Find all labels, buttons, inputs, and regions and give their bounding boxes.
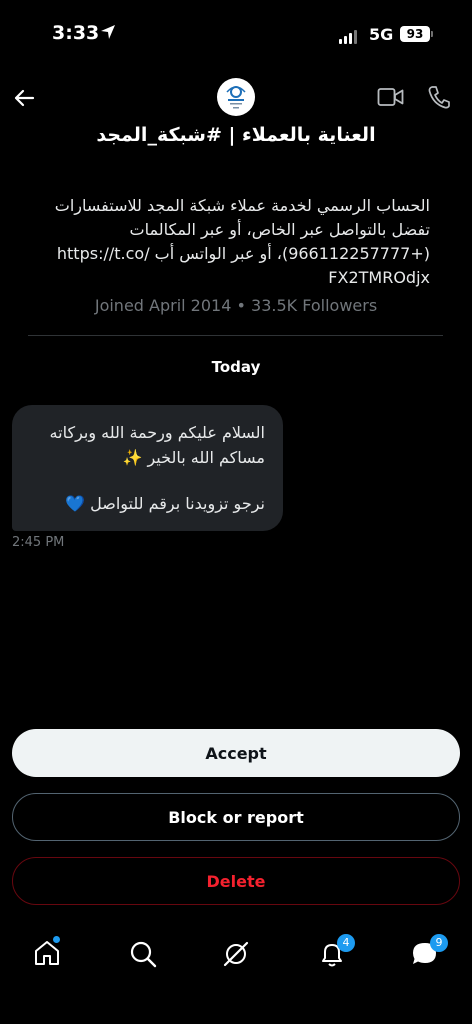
status-time: 3:33: [52, 22, 100, 44]
message-bubble[interactable]: السلام عليكم ورحمة الله وبركاته مساكم ال…: [12, 405, 283, 531]
video-call-icon[interactable]: [377, 86, 404, 108]
phone-call-icon[interactable]: [428, 85, 450, 109]
delete-button[interactable]: Delete: [12, 857, 460, 905]
date-separator: Today: [211, 358, 261, 376]
message-line: مساكم الله بالخير ✨: [122, 448, 265, 467]
accept-button[interactable]: Accept: [12, 729, 460, 777]
network-type: 5G: [369, 25, 394, 44]
bio-line: FX2TMROdjx: [328, 268, 430, 287]
messages-badge: 9: [430, 934, 448, 952]
message-line: نرجو تزويدنا برقم للتواصل 💙: [65, 494, 265, 513]
home-icon[interactable]: [33, 939, 61, 967]
bio-line: تفضل بالتواصل عبر الخاص، أو عبر المكالما…: [129, 220, 430, 239]
home-notification-dot: [53, 936, 60, 943]
back-arrow-icon[interactable]: [12, 86, 36, 110]
bio-line: (+966112257777)، أو عبر الواتس أب /https…: [56, 244, 430, 263]
profile-joined-followers: Joined April 2014 • 33.5K Followers: [94, 296, 378, 315]
logo-icon: [226, 86, 246, 109]
notifications-badge: 4: [337, 934, 355, 952]
battery-level: 93: [400, 26, 430, 42]
location-arrow-icon: [101, 25, 115, 39]
bio-line: الحساب الرسمي لخدمة عملاء شبكة المجد للا…: [54, 196, 430, 215]
block-report-button[interactable]: Block or report: [12, 793, 460, 841]
battery-icon: [431, 31, 433, 37]
message-timestamp: 2:45 PM: [12, 535, 65, 550]
avatar[interactable]: [217, 78, 255, 116]
search-icon[interactable]: [129, 940, 157, 968]
divider: [28, 335, 443, 336]
message-line: السلام عليكم ورحمة الله وبركاته: [49, 423, 265, 442]
cellular-signal-icon: [339, 30, 357, 44]
profile-bio: الحساب الرسمي لخدمة عملاء شبكة المجد للا…: [36, 194, 430, 290]
grok-icon[interactable]: [222, 940, 250, 968]
page-title: العناية بالعملاء | #شبكة_المجد: [96, 124, 376, 146]
